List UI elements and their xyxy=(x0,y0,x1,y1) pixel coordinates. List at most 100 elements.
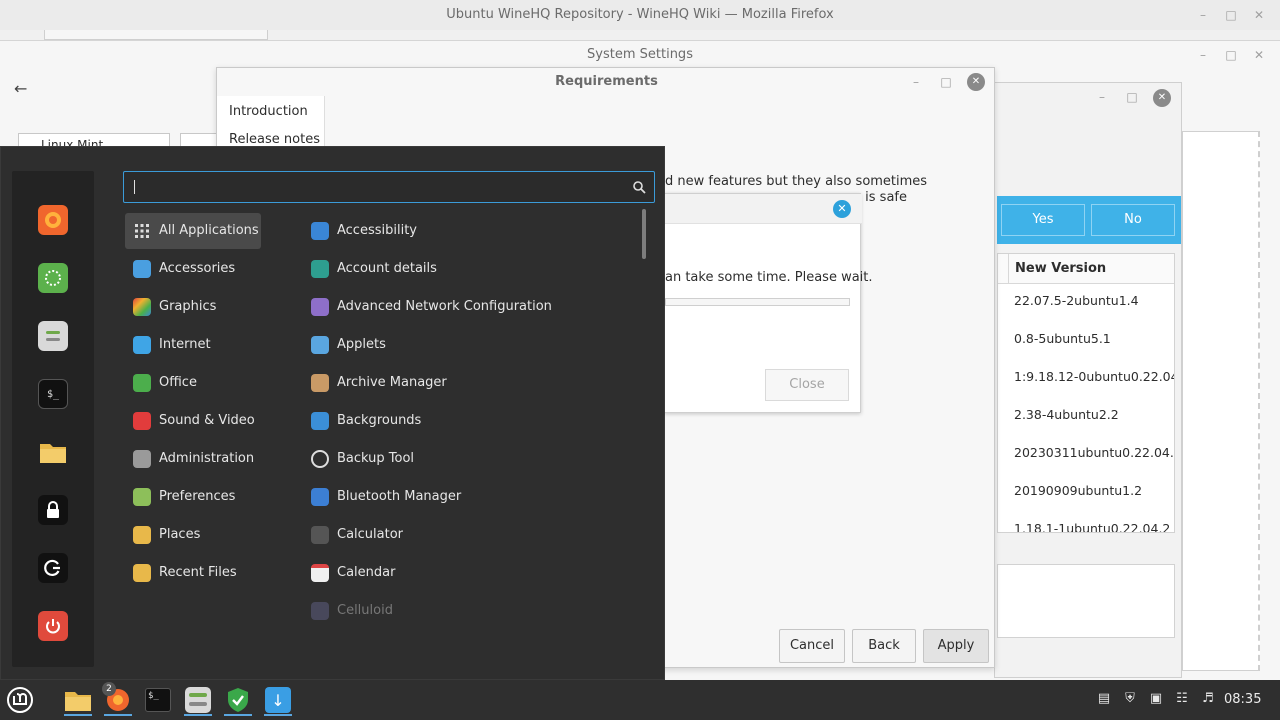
menu-button[interactable] xyxy=(4,684,36,716)
category-internet[interactable]: Internet xyxy=(125,327,261,363)
terminal-icon[interactable]: $_ xyxy=(38,379,68,409)
category-accessories[interactable]: Accessories xyxy=(125,251,261,287)
category-label: Places xyxy=(159,527,201,542)
apply-button[interactable]: Apply xyxy=(923,629,989,663)
table-row[interactable]: 1.18.1-1ubuntu0.22.04.2 xyxy=(1014,521,1170,532)
category-preferences[interactable]: Preferences xyxy=(125,479,261,515)
table-row[interactable]: 20190909ubuntu1.2 xyxy=(1014,483,1142,503)
column-header-new-version[interactable]: New Version xyxy=(1015,261,1106,276)
shield-taskbar-icon[interactable] xyxy=(222,684,254,716)
active-indicator xyxy=(104,714,132,716)
table-row[interactable]: 2.38-4ubuntu2.2 xyxy=(1014,407,1119,427)
back-arrow-icon[interactable]: ← xyxy=(14,79,27,98)
dialog-title: Requirements xyxy=(555,74,658,89)
app-label: Backup Tool xyxy=(337,451,415,466)
firefox-taskbar-icon[interactable]: 2 xyxy=(102,682,134,716)
app-label: Calendar xyxy=(337,565,396,580)
logout-icon[interactable] xyxy=(38,553,68,583)
minimize-icon[interactable]: – xyxy=(1196,48,1210,62)
notes-icon[interactable]: ▣ xyxy=(1148,691,1164,707)
lock-icon[interactable] xyxy=(38,495,68,525)
update-taskbar-icon[interactable]: ↓ xyxy=(262,684,294,716)
shield-tray-icon[interactable]: ⛨ xyxy=(1122,691,1138,707)
table-row[interactable]: 1:9.18.12-0ubuntu0.22.04. xyxy=(1014,369,1174,389)
yes-button[interactable]: Yes xyxy=(1001,204,1085,236)
back-button[interactable]: Back xyxy=(852,629,916,663)
app-bluetooth-manager[interactable]: Bluetooth Manager xyxy=(303,479,633,515)
app-advanced-network[interactable]: Advanced Network Configuration xyxy=(303,289,633,325)
sidebar-item-release-notes[interactable]: Release notes xyxy=(229,132,320,147)
firefox-icon[interactable] xyxy=(38,205,68,235)
software-manager-icon[interactable] xyxy=(38,263,68,293)
calculator-icon xyxy=(311,526,329,544)
category-label: Graphics xyxy=(159,299,217,314)
category-office[interactable]: Office xyxy=(125,365,261,401)
browser-tab[interactable] xyxy=(44,30,268,40)
active-indicator xyxy=(264,714,292,716)
app-label: Advanced Network Configuration xyxy=(337,299,552,314)
terminal-taskbar-icon[interactable]: $_ xyxy=(142,684,174,716)
description-pane xyxy=(997,564,1175,638)
maximize-icon[interactable]: □ xyxy=(1224,8,1238,22)
category-places[interactable]: Places xyxy=(125,517,261,553)
close-icon[interactable]: ✕ xyxy=(1153,89,1171,107)
app-accessibility[interactable]: Accessibility xyxy=(303,213,633,249)
category-administration[interactable]: Administration xyxy=(125,441,261,477)
menu-scrollbar[interactable] xyxy=(642,209,646,259)
close-icon[interactable]: ✕ xyxy=(1252,8,1266,22)
category-label: Administration xyxy=(159,451,255,466)
preferences-icon xyxy=(133,488,151,506)
taskbar: 2 $_ ↓ ▤ ⛨ ▣ ☷ ♬ 08:35 xyxy=(0,680,1280,720)
table-row[interactable]: 20230311ubuntu0.22.04.1 xyxy=(1014,445,1174,465)
maximize-icon[interactable]: □ xyxy=(939,75,953,89)
close-button[interactable]: Close xyxy=(765,369,849,401)
category-sound-video[interactable]: Sound & Video xyxy=(125,403,261,439)
power-icon[interactable] xyxy=(38,611,68,641)
table-row[interactable]: 0.8-5ubuntu5.1 xyxy=(1014,331,1111,351)
progress-dialog: ✕ an take some time. Please wait. Close xyxy=(664,193,873,413)
close-icon[interactable]: ✕ xyxy=(967,73,985,91)
minimize-icon[interactable]: – xyxy=(909,75,923,89)
recent-files-icon xyxy=(133,564,151,582)
app-calculator[interactable]: Calculator xyxy=(303,517,633,553)
files-taskbar-icon[interactable] xyxy=(62,684,94,716)
app-backup-tool[interactable]: Backup Tool xyxy=(303,441,633,477)
no-button[interactable]: No xyxy=(1091,204,1175,236)
folder-icon[interactable] xyxy=(38,437,68,467)
sidebar-item-introduction[interactable]: Introduction xyxy=(229,104,308,119)
network-icon[interactable]: ☷ xyxy=(1174,691,1190,707)
celluloid-icon xyxy=(311,602,329,620)
category-label: Recent Files xyxy=(159,565,237,580)
sound-video-icon xyxy=(133,412,151,430)
office-icon xyxy=(133,374,151,392)
archive-icon xyxy=(311,374,329,392)
accessibility-icon xyxy=(311,222,329,240)
table-row[interactable]: 22.07.5-2ubuntu1.4 xyxy=(1014,293,1139,313)
close-icon[interactable]: ✕ xyxy=(833,200,851,218)
settings-taskbar-icon[interactable] xyxy=(182,684,214,716)
app-calendar[interactable]: Calendar xyxy=(303,555,633,591)
minimize-icon[interactable]: – xyxy=(1095,90,1109,104)
minimize-icon[interactable]: – xyxy=(1196,8,1210,22)
category-graphics[interactable]: Graphics xyxy=(125,289,261,325)
clock[interactable]: 08:35 xyxy=(1224,692,1261,707)
app-archive-manager[interactable]: Archive Manager xyxy=(303,365,633,401)
close-icon[interactable]: ✕ xyxy=(1252,48,1266,62)
app-account-details[interactable]: Account details xyxy=(303,251,633,287)
maximize-icon[interactable]: □ xyxy=(1224,48,1238,62)
app-applets[interactable]: Applets xyxy=(303,327,633,363)
category-all-applications[interactable]: All Applications xyxy=(125,213,261,249)
settings-icon[interactable] xyxy=(38,321,68,351)
maximize-icon[interactable]: □ xyxy=(1125,90,1139,104)
category-recent-files[interactable]: Recent Files xyxy=(125,555,261,591)
table-header[interactable]: New Version xyxy=(998,254,1174,284)
administration-icon xyxy=(133,450,151,468)
clipboard-icon[interactable]: ▤ xyxy=(1096,691,1112,707)
app-backgrounds[interactable]: Backgrounds xyxy=(303,403,633,439)
category-label: All Applications xyxy=(159,223,259,238)
app-celluloid[interactable]: Celluloid xyxy=(303,593,633,629)
search-input[interactable] xyxy=(123,171,655,203)
volume-icon[interactable]: ♬ xyxy=(1200,691,1216,707)
cancel-button[interactable]: Cancel xyxy=(779,629,845,663)
start-menu: $_ All Applications Accessories Graphics… xyxy=(0,146,665,680)
